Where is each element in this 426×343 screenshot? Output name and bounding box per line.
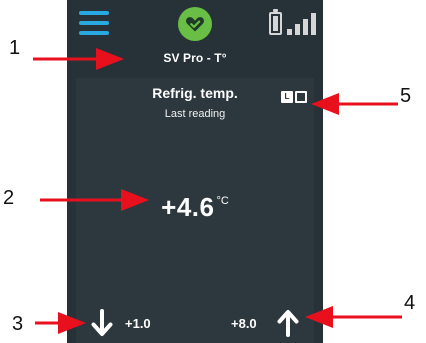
callout-number-4: 4 bbox=[404, 292, 416, 314]
device-label: SV Pro - T° bbox=[163, 51, 227, 65]
top-bar bbox=[67, 0, 323, 46]
mode-icon-right bbox=[295, 91, 307, 103]
device-screen: SV Pro - T° Refrig. temp. Last reading L… bbox=[67, 0, 323, 343]
temperature-unit: °C bbox=[216, 195, 229, 207]
callout-number-5: 5 bbox=[400, 85, 412, 107]
temperature-reading: +4.6 °C bbox=[67, 192, 323, 223]
mode-icon-left: L bbox=[281, 91, 293, 103]
display-mode-icons[interactable]: L bbox=[281, 91, 308, 103]
heart-check-icon bbox=[186, 17, 204, 32]
signal-bars-icon bbox=[287, 13, 317, 35]
min-threshold-value: +1.0 bbox=[125, 316, 151, 331]
battery-icon bbox=[269, 9, 282, 35]
arrow-up-icon bbox=[277, 310, 299, 337]
hamburger-menu-icon[interactable] bbox=[79, 11, 109, 35]
max-threshold-value: +8.0 bbox=[231, 316, 257, 331]
callout-number-1: 1 bbox=[9, 37, 21, 59]
arrow-down-icon bbox=[91, 309, 113, 336]
temperature-value: +4.6 bbox=[161, 192, 215, 222]
status-check-icon[interactable] bbox=[178, 7, 212, 41]
panel-subtitle: Last reading bbox=[164, 108, 226, 120]
callout-number-3: 3 bbox=[12, 313, 24, 335]
callout-number-2: 2 bbox=[3, 187, 15, 209]
